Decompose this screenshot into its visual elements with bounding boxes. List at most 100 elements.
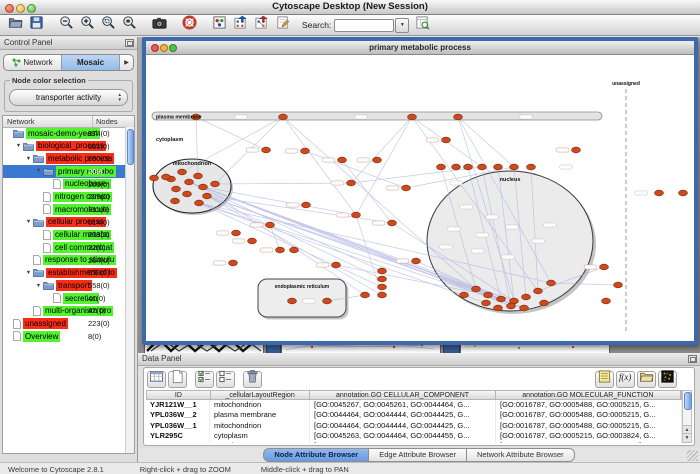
svg-text:mitochondrion: mitochondrion — [173, 161, 212, 167]
tree-row[interactable]: ▼establishment of lo558(0) — [3, 267, 126, 280]
network-canvas[interactable]: plasma membranecytoplasmmitochondrionnuc… — [146, 55, 694, 341]
file-icon — [43, 192, 51, 202]
table-row[interactable]: YPL036W__1mitochondrion[GO:0044464, GO:0… — [146, 421, 682, 431]
save-session-button[interactable] — [27, 17, 46, 34]
network-desktop: primary metabolic process plasma membran… — [138, 37, 700, 353]
tree-row[interactable]: unassigned223(0) — [3, 317, 126, 330]
table-scrollbar-thumb[interactable] — [684, 392, 692, 410]
tree-row[interactable]: Overview8(0) — [3, 330, 126, 343]
tree-row[interactable]: nucleobase-209(0) — [3, 178, 126, 191]
tree-row[interactable]: secretion41(0) — [3, 292, 126, 305]
vizmapper-button[interactable] — [210, 17, 229, 34]
tree-column-nodes[interactable]: Nodes — [93, 116, 134, 127]
attribute-table-body: YJR121W__1mitochondrion[GO:0045267, GO:0… — [146, 400, 682, 443]
select-attributes-button[interactable] — [195, 371, 214, 388]
layout-edges-button[interactable] — [252, 17, 271, 34]
table-cell: YLR295C — [146, 431, 210, 441]
float-panel-icon[interactable] — [688, 355, 697, 363]
import-attributes-button[interactable] — [595, 371, 614, 388]
layout-nodes-button[interactable] — [231, 17, 250, 34]
tree-row[interactable]: cellular metabo209(0) — [3, 229, 126, 242]
table-scrollbar[interactable]: ▲ ▼ — [682, 390, 692, 443]
network-window-titlebar[interactable]: primary metabolic process — [146, 41, 694, 55]
tree-row[interactable]: ▼primary metabo209(... — [3, 165, 126, 178]
tree-row-nodes-count: 614(0) — [88, 218, 124, 227]
tree-scrollbar-thumb[interactable] — [127, 129, 134, 165]
float-panel-icon[interactable] — [125, 39, 134, 47]
table-column-header[interactable]: _cellularLayoutRegion — [211, 391, 311, 399]
node-color-dropdown[interactable]: transporter activity ▲▼ — [9, 89, 128, 106]
table-row[interactable]: YLR295Ccytoplasm[GO:0045263, GO:0044464,… — [146, 431, 682, 441]
tree-row[interactable]: multi-organism pro42(0) — [3, 305, 126, 318]
scroll-down-button[interactable]: ▼ — [683, 433, 691, 442]
formula-builder-button[interactable]: f(x) — [616, 371, 635, 388]
zoom-out-button[interactable] — [57, 17, 76, 34]
delete-attribute-button[interactable] — [243, 371, 262, 388]
table-cell: [GO:0044464, GO:0044444, GO:0044425, G..… — [310, 410, 496, 420]
group-legend: Node color selection — [10, 76, 88, 85]
tree-row[interactable]: cell communicat22(0) — [3, 241, 126, 254]
search-input[interactable] — [334, 19, 394, 32]
svg-text:nucleus: nucleus — [500, 177, 521, 183]
open-attribute-file-button[interactable] — [637, 371, 656, 388]
table-row[interactable]: YKR052Ccytoplasm[GO:0044464, GO:0044446,… — [146, 441, 682, 443]
zoom-fit-button[interactable] — [120, 17, 139, 34]
table-cell: YKR052C — [146, 441, 210, 443]
file-icon — [53, 293, 61, 303]
disclosure-triangle-icon[interactable]: ▼ — [24, 219, 33, 225]
disclosure-triangle-icon[interactable]: ▼ — [14, 143, 23, 149]
node-color-selection-group: Node color selection transporter activit… — [4, 80, 133, 112]
table-column-header[interactable]: annotation.GO MOLECULAR_FUNCTION — [496, 391, 681, 399]
table-column-header[interactable]: ID — [147, 391, 211, 399]
attribute-search-button[interactable] — [413, 17, 432, 34]
file-icon — [33, 255, 41, 265]
tab-mosaic[interactable]: Mosaic — [62, 55, 120, 70]
tree-row-nodes-count: 209(0) — [88, 192, 124, 201]
tree-scrollbar[interactable] — [125, 127, 134, 453]
open-file-button[interactable] — [6, 17, 25, 34]
zoom-in-button[interactable] — [78, 17, 97, 34]
status-welcome: Welcome to Cytoscape 2.8.1 — [8, 465, 104, 474]
tree-row[interactable]: nitrogen compo209(0) — [3, 190, 126, 203]
tree-row[interactable]: ▼cellular process614(0) — [3, 216, 126, 229]
help-button[interactable] — [180, 17, 199, 34]
tab-node-attribute-browser[interactable]: Node Attribute Browser — [263, 448, 369, 462]
tree-row[interactable]: ▼transport558(0) — [3, 279, 126, 292]
disclosure-triangle-icon[interactable]: ▼ — [24, 156, 33, 162]
zoom-selected-button[interactable] — [99, 17, 118, 34]
table-column-header[interactable]: annotation.GO CELLULAR_COMPONENT — [310, 391, 495, 399]
snapshot-button[interactable] — [150, 17, 169, 34]
annotation-button[interactable] — [273, 17, 292, 34]
tree-row[interactable]: mosaic-demo-yeast874(0) — [3, 127, 126, 140]
disclosure-triangle-icon[interactable]: ▼ — [34, 283, 43, 289]
network-view-window[interactable]: primary metabolic process plasma membran… — [142, 37, 698, 345]
search-dropdown-button[interactable]: ▼ — [395, 18, 409, 33]
resize-grip[interactable] — [687, 450, 698, 461]
tab-network[interactable]: Network — [4, 55, 62, 70]
tree-row-nodes-count: 651(0) — [88, 142, 124, 151]
network-tree-rows: mosaic-demo-yeast874(0)▼biological_proce… — [3, 127, 126, 453]
file-icon — [13, 319, 21, 329]
tab-overflow-button[interactable]: ▶ — [120, 55, 133, 70]
import-attributes-icon — [597, 369, 612, 389]
disclosure-triangle-icon[interactable]: ▼ — [34, 168, 43, 174]
folder-icon — [33, 154, 44, 163]
table-cell: YPL036W__2 — [146, 410, 210, 420]
tree-row-nodes-count: 209(... — [88, 167, 124, 176]
annotation-icon — [275, 15, 290, 35]
matrix-button[interactable] — [658, 371, 677, 388]
attribute-columns-button[interactable] — [147, 371, 166, 388]
tree-column-network[interactable]: Network — [3, 116, 93, 127]
folder-icon — [33, 218, 44, 227]
tab-network-attribute-browser[interactable]: Network Attribute Browser — [467, 448, 575, 462]
tab-edge-attribute-browser[interactable]: Edge Attribute Browser — [369, 448, 467, 462]
new-attribute-button[interactable] — [168, 371, 187, 388]
tree-row[interactable]: response to stimulu264(0) — [3, 254, 126, 267]
tree-row[interactable]: ▼metabolic process280(0) — [3, 152, 126, 165]
unselect-attributes-button[interactable] — [216, 371, 235, 388]
tree-row[interactable]: ▼biological_process651(0) — [3, 140, 126, 153]
table-row[interactable]: YPL036W__2plasma membrane[GO:0044464, GO… — [146, 410, 682, 420]
tree-row[interactable]: macromolecule311(0) — [3, 203, 126, 216]
disclosure-triangle-icon[interactable]: ▼ — [24, 270, 33, 276]
table-row[interactable]: YJR121W__1mitochondrion[GO:0045267, GO:0… — [146, 400, 682, 410]
